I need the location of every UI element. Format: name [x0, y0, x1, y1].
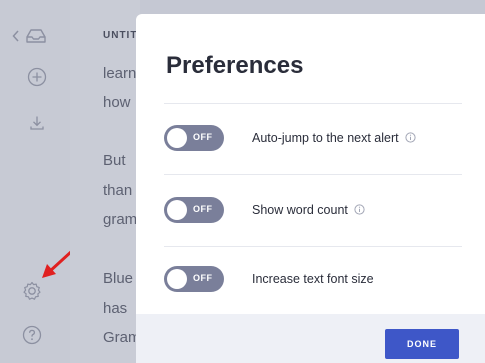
info-icon[interactable] [354, 204, 365, 218]
font-size-label-text: Increase text font size [252, 272, 374, 286]
inbox-icon[interactable] [24, 26, 48, 46]
preference-row-font-size: OFF Increase text font size [164, 266, 464, 296]
word-count-label: Show word count [252, 203, 365, 218]
font-size-label: Increase text font size [252, 272, 374, 286]
document-line: than [103, 182, 133, 199]
settings-icon[interactable] [20, 279, 44, 303]
document-title: UNTITLED [103, 30, 140, 41]
word-count-toggle[interactable]: OFF [164, 197, 224, 223]
font-size-toggle[interactable]: OFF [164, 266, 224, 292]
dialog-footer: DONE [136, 314, 485, 363]
preference-row-word-count: OFF Show word count [164, 197, 464, 227]
auto-jump-label: Auto-jump to the next alert [252, 131, 416, 146]
divider [164, 246, 462, 247]
help-icon[interactable] [21, 324, 43, 346]
document-line: Gram [103, 329, 140, 346]
document-line: Blue [103, 270, 134, 287]
done-button[interactable]: DONE [385, 329, 459, 359]
info-icon[interactable] [405, 132, 416, 146]
toggle-knob [167, 269, 187, 289]
document-line: gram [103, 211, 138, 228]
left-icon-rail [0, 0, 70, 363]
document-line: has [103, 300, 128, 317]
add-icon[interactable] [26, 66, 48, 88]
auto-jump-label-text: Auto-jump to the next alert [252, 131, 399, 145]
toggle-state-label: OFF [193, 204, 213, 214]
document-line: But [103, 152, 126, 169]
download-icon[interactable] [27, 113, 47, 133]
toggle-knob [167, 128, 187, 148]
toggle-state-label: OFF [193, 132, 213, 142]
dialog-title: Preferences [166, 52, 304, 79]
toggle-knob [167, 200, 187, 220]
divider [164, 103, 462, 104]
document-line: how [103, 94, 131, 111]
document-line: learn [103, 65, 137, 82]
chevron-left-icon[interactable] [10, 28, 22, 44]
word-count-label-text: Show word count [252, 203, 348, 217]
preferences-dialog: Preferences OFF Auto-jump to the next al… [136, 14, 485, 363]
toggle-state-label: OFF [193, 273, 213, 283]
auto-jump-toggle[interactable]: OFF [164, 125, 224, 151]
preference-row-auto-jump: OFF Auto-jump to the next alert [164, 125, 464, 155]
divider [164, 174, 462, 175]
document-background: UNTITLED learn how But than gram Blue ha… [70, 0, 140, 363]
